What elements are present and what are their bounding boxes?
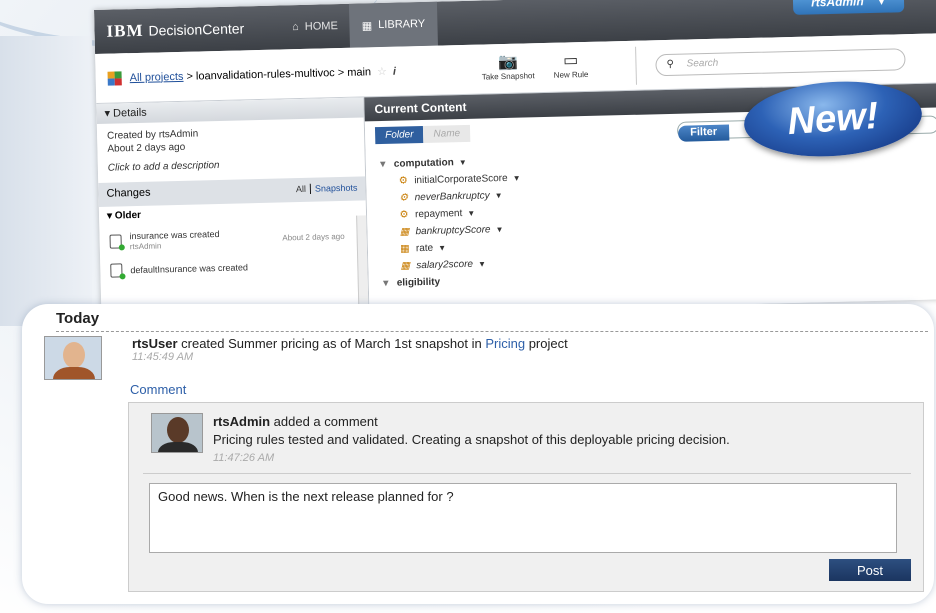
screenshot-stage: IBM DecisionCenter ⌂ HOME ▦ LIBRARY rtsA…	[0, 0, 936, 613]
changes-filter: All | Snapshots	[295, 182, 358, 195]
info-icon[interactable]: i	[393, 65, 396, 77]
collapse-icon: ▾	[380, 158, 386, 171]
decision-table-icon: ▦	[400, 243, 410, 255]
toolbar-divider	[635, 46, 637, 85]
chevron-down-icon: ▼	[495, 225, 504, 235]
decorative-band	[0, 36, 92, 326]
comment-divider	[143, 473, 911, 474]
changes-title: Changes	[106, 186, 151, 200]
reply-user[interactable]: rtsAdmin	[213, 414, 270, 429]
change-item[interactable]: defaultInsurance was created	[100, 251, 368, 284]
chevron-down-icon: ▼	[458, 157, 467, 168]
content-tree: ▾ computation ▼ ⚙ initialCorporateScore ▼ ⚙ n…	[366, 136, 936, 298]
new-rule-button[interactable]: ▭ New Rule	[553, 50, 589, 80]
nav-home[interactable]: ⌂ HOME	[280, 4, 351, 50]
left-panel: ▾ Details Created by rtsAdmin About 2 da…	[96, 97, 370, 320]
new-comment-input[interactable]: Good news. When is the next release plan…	[149, 483, 897, 553]
change-text-block: insurance was created rtsAdmin	[129, 227, 282, 251]
avatar-face	[63, 342, 85, 368]
search-icon: ⚲	[666, 58, 674, 71]
filter-snapshots[interactable]: Snapshots	[315, 183, 358, 194]
collapse-icon: ▾	[383, 277, 389, 290]
take-snapshot-button[interactable]: 📷 Take Snapshot	[481, 51, 535, 82]
entry-text-end: project	[525, 336, 568, 351]
entry-timestamp: 11:45:49 AM	[132, 351, 194, 363]
reply-comment: rtsAdmin added a comment Pricing rules t…	[213, 413, 730, 467]
tree-label: rate	[415, 242, 434, 255]
older-label: Older	[114, 209, 142, 222]
section-divider	[56, 331, 928, 332]
reply-action: added a comment	[270, 414, 378, 429]
activity-entry: rtsUser created Summer pricing as of Mar…	[132, 336, 568, 363]
search-input[interactable]: ⚲ Search	[655, 48, 906, 77]
avatar-rtsadmin	[151, 413, 203, 453]
breadcrumb-all-projects[interactable]: All projects	[130, 70, 184, 83]
breadcrumb: All projects > loanvalidation-rules-mult…	[130, 66, 372, 84]
avatar-face	[167, 417, 189, 443]
tab-name[interactable]: Name	[423, 124, 471, 143]
product-name: DecisionCenter	[148, 20, 245, 39]
tree-label: neverBankruptcy	[414, 190, 490, 204]
home-icon: ⌂	[292, 21, 299, 34]
chevron-down-icon: ▼	[512, 173, 521, 183]
project-icon	[107, 70, 122, 86]
change-author: rtsAdmin	[129, 241, 162, 252]
new-rule-label: New Rule	[553, 69, 589, 80]
chevron-down-icon: ▼	[438, 243, 447, 253]
nav-home-label: HOME	[304, 20, 338, 33]
nav-library[interactable]: ▦ LIBRARY	[349, 1, 438, 48]
filter-label: Filter	[678, 124, 730, 142]
user-menu[interactable]: rtsAdmin ▼	[792, 0, 905, 15]
entry-user[interactable]: rtsUser	[132, 336, 178, 351]
chevron-down-icon: ▼	[494, 191, 503, 201]
breadcrumb-path: > loanvalidation-rules-multivoc > main	[183, 65, 372, 83]
rule-icon: ⚙	[399, 192, 409, 204]
tree-label: eligibility	[396, 276, 441, 289]
activity-stream-card: Today rtsUser created Summer pricing as …	[22, 304, 934, 604]
details-title: Details	[112, 106, 147, 120]
comment-thread: rtsAdmin added a comment Pricing rules t…	[128, 402, 924, 592]
decision-center-window: IBM DecisionCenter ⌂ HOME ▦ LIBRARY rtsA…	[94, 0, 936, 320]
library-icon: ▦	[361, 19, 373, 32]
avatar-rtsuser	[44, 336, 102, 380]
tree-label: salary2score	[416, 258, 474, 272]
tree-label: repayment	[414, 208, 463, 221]
tree-label: initialCorporateScore	[414, 172, 508, 187]
avatar-shirt	[158, 442, 198, 452]
change-text: insurance was created	[129, 229, 220, 242]
tab-folder[interactable]: Folder	[374, 125, 424, 145]
star-icon[interactable]: ☆	[377, 65, 387, 78]
camera-icon: 📷	[497, 53, 519, 72]
document-icon	[109, 234, 122, 249]
rule-icon: ⚙	[399, 209, 409, 221]
tree-label: bankruptcyScore	[415, 224, 491, 238]
user-name: rtsAdmin	[810, 0, 864, 10]
reply-timestamp: 11:47:26 AM	[213, 452, 275, 464]
nav-library-label: LIBRARY	[378, 17, 426, 32]
new-rule-icon: ▭	[562, 52, 579, 70]
add-description-link[interactable]: Click to add a description	[98, 155, 365, 175]
rule-icon: ⚙	[398, 175, 408, 187]
avatar-shirt	[53, 367, 95, 379]
document-icon	[110, 263, 123, 278]
search-placeholder: Search	[686, 57, 719, 70]
post-button[interactable]: Post	[829, 559, 911, 581]
entry-text: created Summer pricing as of March 1st s…	[177, 336, 486, 351]
change-when: About 2 days ago	[282, 231, 345, 242]
decision-table-icon: ▦	[399, 226, 410, 238]
tree-label: computation	[393, 157, 454, 170]
reply-message: Pricing rules tested and validated. Crea…	[213, 432, 730, 447]
section-title-today: Today	[56, 310, 100, 327]
chevron-down-icon: ▼	[477, 259, 487, 269]
ibm-logo: IBM	[106, 20, 144, 41]
take-snapshot-label: Take Snapshot	[481, 71, 535, 82]
entry-project-link[interactable]: Pricing	[485, 336, 525, 351]
chevron-down-icon: ▼	[467, 208, 476, 218]
comment-link[interactable]: Comment	[130, 382, 186, 397]
decision-table-icon: ▦	[400, 260, 411, 272]
chevron-down-icon: ▼	[876, 0, 887, 7]
change-text: defaultInsurance was created	[130, 262, 249, 276]
filter-all[interactable]: All	[296, 184, 306, 194]
